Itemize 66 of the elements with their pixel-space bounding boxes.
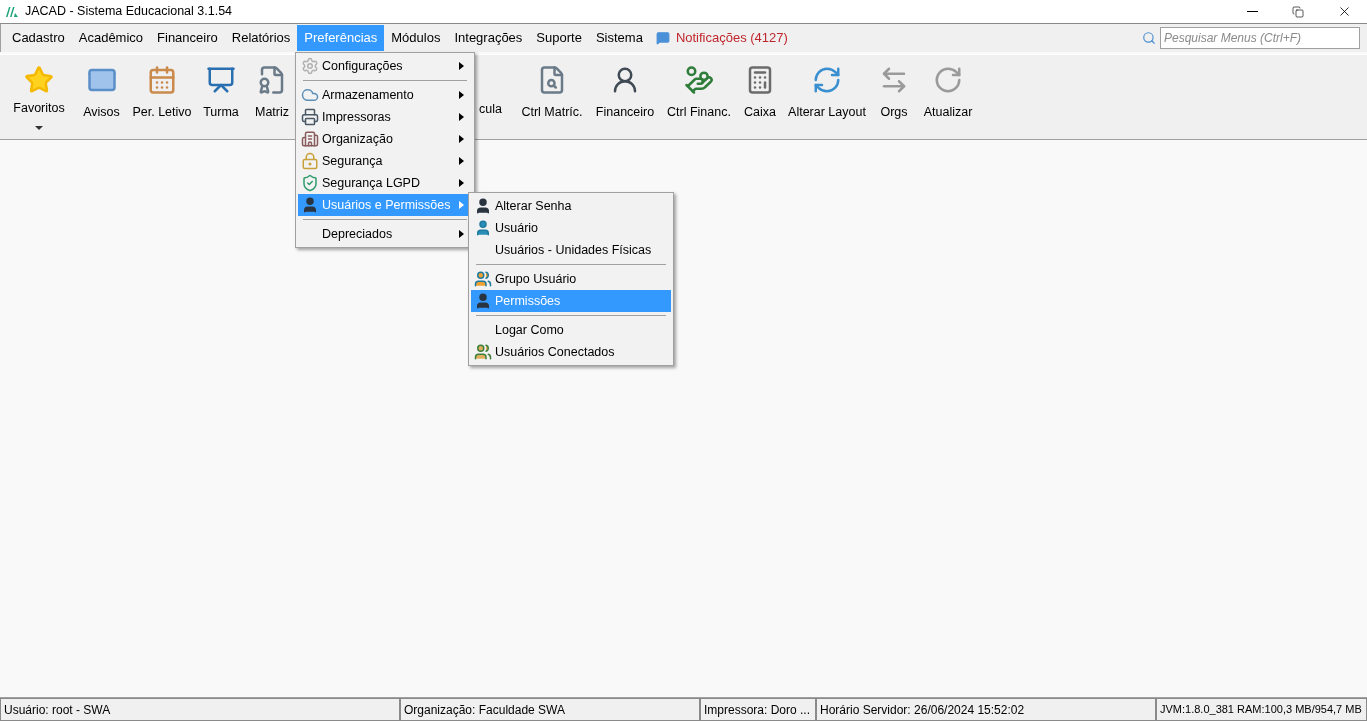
- presentation-icon: [206, 65, 236, 95]
- toolbar-button[interactable]: Matriz: [247, 65, 297, 122]
- menu-item[interactable]: Impressoras: [298, 106, 472, 128]
- refresh-icon: [933, 65, 963, 95]
- gear-icon: [301, 57, 319, 75]
- menu-item[interactable]: Usuários Conectados: [471, 341, 671, 363]
- people-icon: [474, 270, 492, 288]
- person-icon: [301, 196, 319, 214]
- toolbar-button[interactable]: Caixa: [737, 65, 783, 122]
- person-icon: [474, 197, 492, 215]
- shield-icon: [301, 174, 319, 192]
- app-logo-icon: [5, 5, 19, 18]
- calendar-icon: [147, 65, 177, 95]
- star-icon: [24, 65, 54, 95]
- menu-bar-item[interactable]: Financeiro: [150, 25, 225, 51]
- toolbar-button[interactable]: Atualizar: [917, 65, 979, 122]
- menu-item[interactable]: Configurações: [298, 55, 472, 77]
- minimize-icon: [1246, 11, 1258, 12]
- search-field[interactable]: Pesquisar Menus (Ctrl+F): [1160, 27, 1360, 49]
- toolbar-button[interactable]: Financeiro: [589, 65, 661, 122]
- caret-icon: [35, 125, 43, 130]
- toolbar-button[interactable]: Turma: [195, 65, 247, 122]
- notification-icon: [655, 31, 670, 45]
- toolbar-label: cula: [479, 101, 502, 119]
- status-bar-field: JVM:1.8.0_381 RAM:100,3 MB/954,7 MB: [1156, 698, 1367, 721]
- menu-item[interactable]: Armazenamento: [298, 84, 472, 106]
- person-icon: [474, 292, 492, 310]
- person-icon: [474, 219, 492, 237]
- swap-arrows-icon: [812, 65, 842, 95]
- building-icon: [301, 130, 319, 148]
- toolbar-button[interactable]: Orgs: [871, 65, 917, 122]
- menu-bar-item[interactable]: Relatórios: [224, 25, 298, 51]
- window-title: JACAD - Sistema Educacional 3.1.54: [25, 3, 233, 21]
- toolbar-button[interactable]: Ctrl Matríc.: [515, 65, 589, 122]
- padlock-icon: [301, 152, 319, 170]
- toolbar-button[interactable]: Per. Letivo: [129, 65, 195, 122]
- menu-item[interactable]: Usuários - Unidades Físicas: [471, 239, 671, 261]
- menu-bar-item[interactable]: Sistema: [588, 25, 650, 51]
- hand-coin-icon: [684, 65, 714, 95]
- menu-bar-item[interactable]: Cadastro: [5, 25, 72, 51]
- menu-item[interactable]: Depreciados: [298, 223, 472, 245]
- menu-bar-item[interactable]: Acadêmico: [71, 25, 151, 51]
- notifications-link[interactable]: Notificações (4127): [675, 28, 788, 48]
- toolbar-button[interactable]: Ctrl Financ.: [661, 65, 737, 122]
- search-icon: [1142, 31, 1156, 45]
- menu-item[interactable]: Alterar Senha: [471, 195, 671, 217]
- printer-icon: [301, 108, 319, 126]
- menu-item[interactable]: Grupo Usuário: [471, 268, 671, 290]
- status-bar-field: Horário Servidor: 26/06/2024 15:52:02: [816, 698, 1156, 721]
- status-bar-field: Organização: Faculdade SWA: [400, 698, 700, 721]
- status-bar-field: Impressora: Doro ...: [700, 698, 816, 721]
- menu-bar-item[interactable]: Suporte: [529, 25, 589, 51]
- toolbar-button[interactable]: Avisos: [74, 65, 129, 122]
- menu-item[interactable]: Logar Como: [471, 319, 671, 341]
- people-icon: [474, 343, 492, 361]
- menu-item[interactable]: Segurança: [298, 150, 472, 172]
- restore-icon: [1292, 5, 1304, 18]
- menu-item[interactable]: Usuário: [471, 217, 671, 239]
- menu-bar-item[interactable]: Integrações: [447, 25, 530, 51]
- menu-bar-item[interactable]: Módulos: [384, 25, 448, 51]
- cloud-icon: [301, 86, 319, 104]
- status-bar-field: Usuário: root - SWA: [0, 698, 400, 721]
- menu-item[interactable]: Segurança LGPD: [298, 172, 472, 194]
- toolbar-button[interactable]: Alterar Layout: [783, 65, 871, 122]
- menu-item[interactable]: Organização: [298, 128, 472, 150]
- toolbar-button[interactable]: Favoritos: [4, 65, 74, 130]
